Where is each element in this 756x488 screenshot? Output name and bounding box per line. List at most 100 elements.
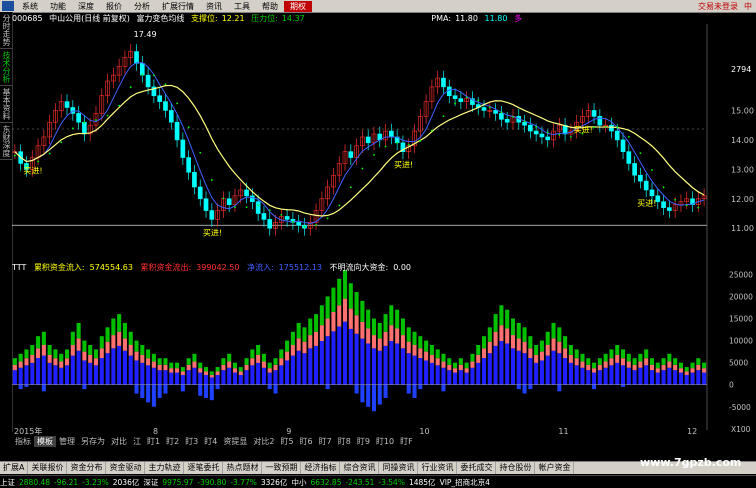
- status-item: 深证: [143, 477, 159, 487]
- volume-bar-green: [568, 345, 573, 355]
- indicator-tab[interactable]: 对比: [108, 436, 130, 447]
- menu-news[interactable]: 资讯: [200, 1, 228, 12]
- candle-body: [626, 151, 632, 164]
- indicator-tab[interactable]: 盯5: [277, 436, 296, 447]
- indicator-tab[interactable]: 盯1: [144, 436, 163, 447]
- volume-bar-green: [412, 331, 417, 345]
- indicator-tab[interactable]: 另存为: [78, 436, 108, 447]
- candle-body: [157, 95, 163, 102]
- indicator-tab[interactable]: 盯8: [335, 436, 354, 447]
- volume-bar-green: [371, 318, 377, 336]
- candle-body: [638, 174, 643, 182]
- menu-help[interactable]: 帮助: [256, 1, 284, 12]
- indicator-tab[interactable]: 盯4: [201, 436, 220, 447]
- volume-bar-blue: [470, 367, 475, 385]
- volume-bar-blue: [314, 345, 319, 385]
- volume-bar-blue: [574, 365, 579, 385]
- menu-function[interactable]: 功能: [44, 1, 72, 12]
- volume-bar-red: [667, 361, 672, 368]
- menu-extended-market[interactable]: 扩展行情: [156, 1, 200, 12]
- volume-bar-red: [302, 341, 307, 354]
- indicator-tab[interactable]: 对比2: [250, 436, 277, 447]
- ttt-label: TTT: [12, 263, 27, 272]
- function-tab[interactable]: 持仓股份: [496, 462, 536, 474]
- function-tab[interactable]: 关联报价: [28, 462, 68, 474]
- volume-bar-blue: [117, 345, 122, 385]
- function-tab[interactable]: 一致预期: [262, 462, 302, 474]
- ma-dot: [616, 126, 619, 129]
- indicator-tab[interactable]: 盯7: [316, 436, 335, 447]
- indicator-tab[interactable]: 江: [130, 436, 144, 447]
- function-tab[interactable]: 资金分布: [67, 462, 107, 474]
- function-tab[interactable]: 帐户资金: [535, 462, 575, 474]
- volume-bar-negative: [377, 384, 382, 405]
- volume-bar-blue: [632, 370, 637, 385]
- volume-bar-green: [111, 318, 116, 336]
- function-tab[interactable]: 扩展A: [0, 462, 29, 474]
- indicator-tab[interactable]: 盯10: [373, 436, 397, 447]
- indicator-tab[interactable]: 管理: [56, 436, 78, 447]
- volume-bar-green: [290, 331, 295, 345]
- volume-bar-green: [117, 314, 122, 332]
- indicator-tab[interactable]: 盯F: [397, 436, 416, 447]
- volume-bar-green: [516, 322, 521, 339]
- indicator-tab[interactable]: 盯2: [163, 436, 182, 447]
- function-tab[interactable]: 热点题材: [223, 462, 263, 474]
- indicator-tab[interactable]: 盯3: [182, 436, 201, 447]
- volume-bar-red: [64, 358, 70, 366]
- buy-signal-label: 买进!: [637, 199, 656, 208]
- function-tab[interactable]: 行业资讯: [418, 462, 458, 474]
- menu-options[interactable]: 期权: [284, 0, 312, 12]
- volume-bar-red: [157, 364, 162, 371]
- menu-depth[interactable]: 深度: [72, 1, 100, 12]
- candle-body: [493, 110, 498, 114]
- function-tab[interactable]: 委托成交: [457, 462, 497, 474]
- indicator-tab[interactable]: 模板: [34, 436, 56, 447]
- volume-bar-blue: [412, 355, 417, 385]
- volume-bar-green: [395, 309, 400, 329]
- ma-dot: [199, 151, 202, 154]
- volume-bar-blue: [267, 372, 272, 385]
- function-tab[interactable]: 逐笔委托: [184, 462, 224, 474]
- status-item: 2880.48: [19, 477, 51, 487]
- function-tab[interactable]: 经济指标: [301, 462, 341, 474]
- function-tab[interactable]: 主力轨迹: [145, 462, 185, 474]
- volume-bar-blue: [424, 360, 429, 385]
- indicator-tab[interactable]: 指标: [12, 436, 34, 447]
- volume-bar-green: [93, 349, 99, 359]
- menu-tools[interactable]: 工具: [228, 1, 256, 12]
- menu-quote[interactable]: 报价: [100, 1, 128, 12]
- function-tab[interactable]: 同操资讯: [379, 462, 419, 474]
- candle-body: [82, 121, 87, 135]
- volume-bar-negative: [366, 384, 371, 407]
- trade-login-status[interactable]: 交易未登录: [698, 1, 738, 12]
- volume-bar-red: [163, 364, 168, 371]
- volume-bar-red: [30, 354, 35, 363]
- volume-bar-red: [493, 331, 498, 346]
- function-tab[interactable]: 资金驱动: [106, 462, 146, 474]
- kline-chart[interactable]: 15.00 14.00 13.00 12.00 11.00 2794 17.49 买进! 买进!…: [12, 24, 756, 436]
- volume-bar-negative: [412, 384, 417, 398]
- indicator-tab[interactable]: 盯6: [297, 436, 316, 447]
- volume-bar-blue: [580, 367, 585, 385]
- ma-dot: [627, 135, 630, 138]
- language-indicator[interactable]: 中: [744, 1, 752, 12]
- volume-bar-red: [117, 331, 122, 346]
- time-axis-label: 10: [419, 427, 429, 436]
- volume-bar-red: [296, 338, 301, 351]
- status-item: 6632.85: [310, 477, 342, 487]
- resistance-value: 14.37: [281, 14, 305, 23]
- menu-analysis[interactable]: 分析: [128, 1, 156, 12]
- volume-bar-negative: [406, 384, 411, 394]
- menu-system[interactable]: 系统: [16, 1, 44, 12]
- indicator-tab[interactable]: 资提显: [220, 436, 250, 447]
- function-tab[interactable]: 综合资讯: [340, 462, 380, 474]
- volume-bar-red: [574, 358, 579, 366]
- volume-bar-green: [592, 362, 597, 369]
- ma-dot: [71, 127, 74, 130]
- indicator-tab[interactable]: 盯9: [354, 436, 373, 447]
- volume-bar-red: [279, 358, 284, 366]
- volume-bar-green: [499, 305, 504, 326]
- volume-bar-green: [70, 331, 75, 345]
- volume-bar-blue: [76, 350, 81, 385]
